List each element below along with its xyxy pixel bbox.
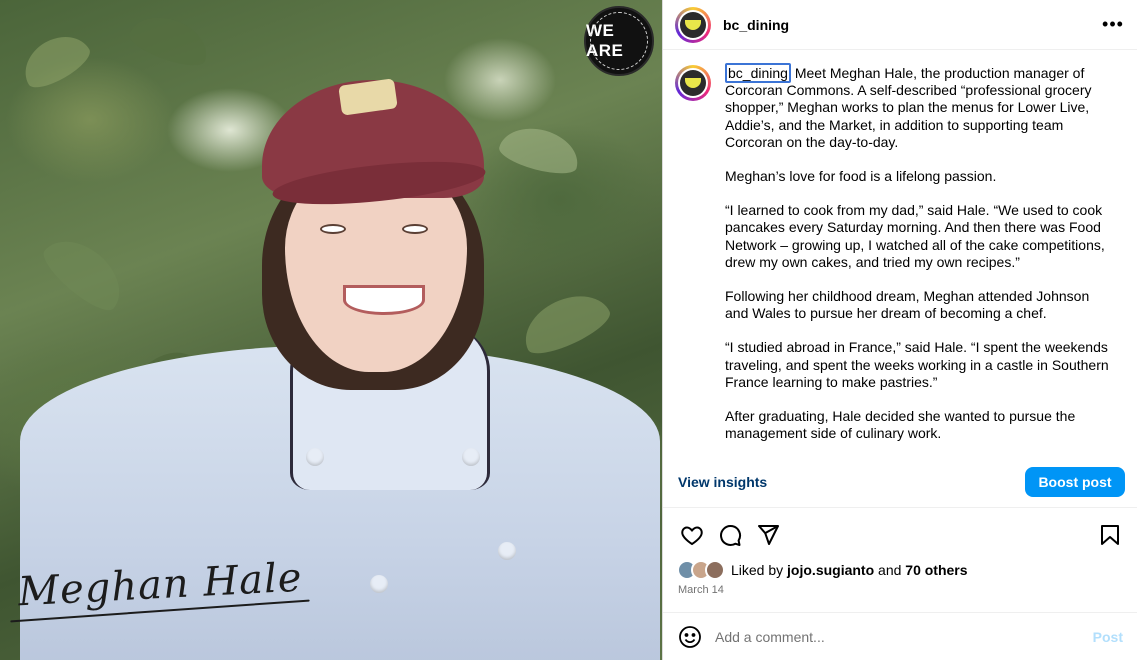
likes-others-count[interactable]: 70 others (905, 562, 967, 578)
post-date[interactable]: March 14 (678, 584, 724, 596)
caption-avatar[interactable] (675, 65, 711, 101)
jacket-button (462, 448, 480, 466)
emoji-icon[interactable] (677, 624, 703, 650)
jacket-button (306, 448, 324, 466)
we-are-badge: WE ARE (584, 6, 654, 76)
comment-icon[interactable] (715, 520, 745, 550)
caption-username[interactable]: bc_dining (725, 63, 791, 83)
header-avatar[interactable] (675, 6, 711, 43)
likes-prefix: Liked by (731, 562, 788, 578)
liker-avatar (705, 560, 725, 580)
smile (343, 285, 425, 315)
post-details-panel: bc_dining ••• bc_dining Meet Meghan Hale… (662, 0, 1137, 660)
caption-paragraph: bc_dining Meet Meghan Hale, the producti… (725, 63, 1115, 151)
liked-by-user[interactable]: jojo.sugianto (787, 562, 874, 578)
badge-ring (590, 12, 648, 70)
caption-text: bc_dining Meet Meghan Hale, the producti… (725, 63, 1115, 456)
likes-joiner: and (874, 562, 906, 578)
caption-paragraph: “I learned to cook from my dad,” said Ha… (725, 202, 1105, 270)
left-eye (320, 224, 346, 234)
caption-area: bc_dining Meet Meghan Hale, the producti… (663, 51, 1137, 456)
view-insights-link[interactable]: View insights (678, 474, 767, 490)
post-photo[interactable]: Meghan Hale WE ARE (0, 0, 662, 660)
more-horizontal-icon[interactable]: ••• (1101, 13, 1125, 37)
right-eye (402, 224, 428, 234)
smiley-logo-icon (685, 19, 701, 30)
jacket-button (498, 542, 516, 560)
boost-post-button[interactable]: Boost post (1025, 466, 1125, 497)
likes-summary: Liked by jojo.sugianto and 70 others (677, 560, 968, 580)
post-header: bc_dining ••• (663, 0, 1137, 50)
comment-bar: Post (663, 612, 1137, 660)
caption-paragraph: Meghan’s love for food is a lifelong pas… (725, 168, 997, 185)
post-comment-button[interactable]: Post (1093, 629, 1123, 645)
action-bar (663, 518, 1137, 552)
bookmark-icon[interactable] (1095, 520, 1125, 550)
heart-icon[interactable] (677, 520, 707, 550)
caption-paragraph: “I studied abroad in France,” said Hale.… (725, 339, 1109, 390)
liker-avatars[interactable] (677, 560, 725, 580)
comment-input[interactable] (715, 628, 1093, 645)
header-username[interactable]: bc_dining (723, 17, 789, 33)
insights-row: View insights Boost post (663, 456, 1137, 508)
caption-paragraph: After graduating, Hale decided she wante… (725, 408, 1076, 442)
share-icon[interactable] (753, 520, 783, 550)
person-figure (0, 0, 662, 660)
caption-paragraph: Following her childhood dream, Meghan at… (725, 288, 1090, 322)
smiley-logo-icon (685, 78, 701, 88)
jacket-button (370, 575, 388, 593)
